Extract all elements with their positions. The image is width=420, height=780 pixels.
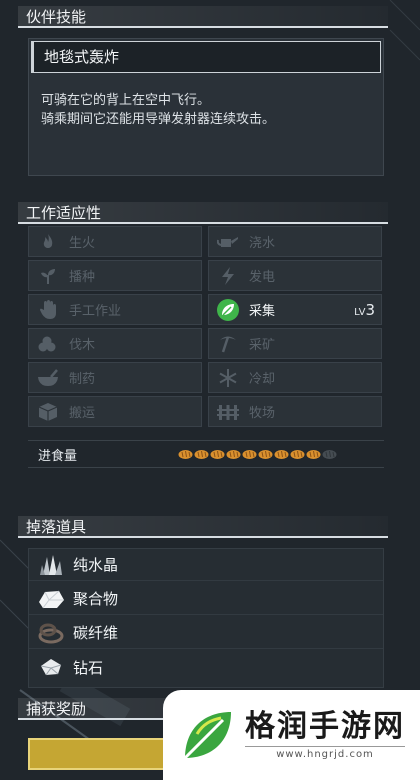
- pickaxe-icon: [215, 331, 241, 357]
- lightning-icon: [215, 263, 241, 289]
- work-item-label: 手工作业: [69, 304, 122, 319]
- work-item-watering: 浇水: [208, 226, 382, 257]
- hand-icon: [35, 297, 61, 323]
- watermark-name: 格润手游网: [245, 709, 405, 744]
- diamond-icon: [35, 653, 67, 681]
- bread-icon-filled: [178, 449, 193, 459]
- bread-icon-filled: [226, 449, 241, 459]
- work-item-label: 伐木: [69, 338, 96, 353]
- work-item-label: 搬运: [69, 406, 96, 421]
- work-item-planting: 播种: [28, 260, 202, 291]
- work-item-label: 冷却: [249, 372, 276, 387]
- work-level-prefix: LV: [354, 306, 366, 318]
- work-item-medicine: 制药: [28, 362, 202, 393]
- box-icon: [35, 399, 61, 425]
- food-consumption-row: 进食量: [28, 440, 384, 468]
- work-item-kindling: 生火: [28, 226, 202, 257]
- skill-description: 可骑在它的背上在空中飞行。 骑乘期间它还能用导弹发射器连续攻击。: [41, 91, 371, 129]
- bread-icon-filled: [210, 449, 225, 459]
- work-item-label: 牧场: [249, 406, 276, 421]
- fire-icon: [35, 229, 61, 255]
- skill-description-line: 骑乘期间它还能用导弹发射器连续攻击。: [41, 112, 276, 127]
- skill-name: 地毯式轰炸: [31, 41, 381, 73]
- drops-list: 纯水晶 聚合物 碳纤维 钻石: [28, 548, 384, 688]
- watermark-logo-icon: [183, 712, 231, 760]
- work-item-farming: 牧场: [208, 396, 382, 427]
- bread-icon-filled: [290, 449, 305, 459]
- drops-title: 掉落道具: [18, 516, 388, 538]
- bread-icon-filled: [258, 449, 273, 459]
- leaf-icon: [215, 297, 241, 323]
- drop-item: 碳纤维: [29, 617, 383, 649]
- work-item-electricity: 发电: [208, 260, 382, 291]
- work-item-label: 采集: [249, 304, 276, 319]
- partner-skill-panel: 地毯式轰炸 可骑在它的背上在空中飞行。 骑乘期间它还能用导弹发射器连续攻击。: [28, 38, 384, 176]
- food-meter: [178, 449, 337, 460]
- work-suitability-title: 工作适应性: [18, 202, 388, 224]
- snowflake-icon: [215, 365, 241, 391]
- drop-item-label: 聚合物: [73, 590, 119, 608]
- watermark-url: www.hngrjd.com: [245, 746, 405, 760]
- work-item-transporting: 搬运: [28, 396, 202, 427]
- food-label: 进食量: [38, 448, 78, 464]
- drop-item-label: 纯水晶: [73, 556, 119, 574]
- carbon-fiber-icon: [35, 619, 67, 647]
- bread-icon-empty: [322, 449, 337, 459]
- bread-icon-filled: [274, 449, 289, 459]
- work-item-lumbering: 伐木: [28, 328, 202, 359]
- partner-skill-title: 伙伴技能: [18, 6, 388, 28]
- polymer-icon: [35, 585, 67, 613]
- drop-item: 钻石: [29, 651, 383, 683]
- bread-icon-filled: [306, 449, 321, 459]
- watermark-text: 格润手游网 www.hngrjd.com: [245, 710, 405, 760]
- work-item-label: 播种: [69, 270, 96, 285]
- drop-item-label: 碳纤维: [73, 624, 119, 642]
- work-item-gathering: 采集 LV3: [208, 294, 382, 325]
- watermark-badge: 格润手游网 www.hngrjd.com: [163, 690, 420, 780]
- work-item-label: 采矿: [249, 338, 276, 353]
- skill-description-line: 可骑在它的背上在空中飞行。: [41, 93, 211, 108]
- work-item-label: 浇水: [249, 236, 276, 251]
- work-item-label: 发电: [249, 270, 276, 285]
- crystal-icon: [35, 551, 67, 579]
- work-item-handiwork: 手工作业: [28, 294, 202, 325]
- work-item-cooling: 冷却: [208, 362, 382, 393]
- drop-item: 聚合物: [29, 583, 383, 615]
- work-level: LV3: [354, 301, 375, 319]
- bread-icon-filled: [194, 449, 209, 459]
- watering-can-icon: [215, 229, 241, 255]
- work-item-label: 生火: [69, 236, 96, 251]
- bread-icon-filled: [242, 449, 257, 459]
- fence-icon: [215, 399, 241, 425]
- work-item-mining: 采矿: [208, 328, 382, 359]
- drop-item: 纯水晶: [29, 549, 383, 581]
- work-item-label: 制药: [69, 372, 96, 387]
- sprout-icon: [35, 263, 61, 289]
- drop-item-label: 钻石: [73, 658, 104, 677]
- mortar-icon: [35, 365, 61, 391]
- work-level-value: 3: [365, 300, 375, 319]
- logs-icon: [35, 331, 61, 357]
